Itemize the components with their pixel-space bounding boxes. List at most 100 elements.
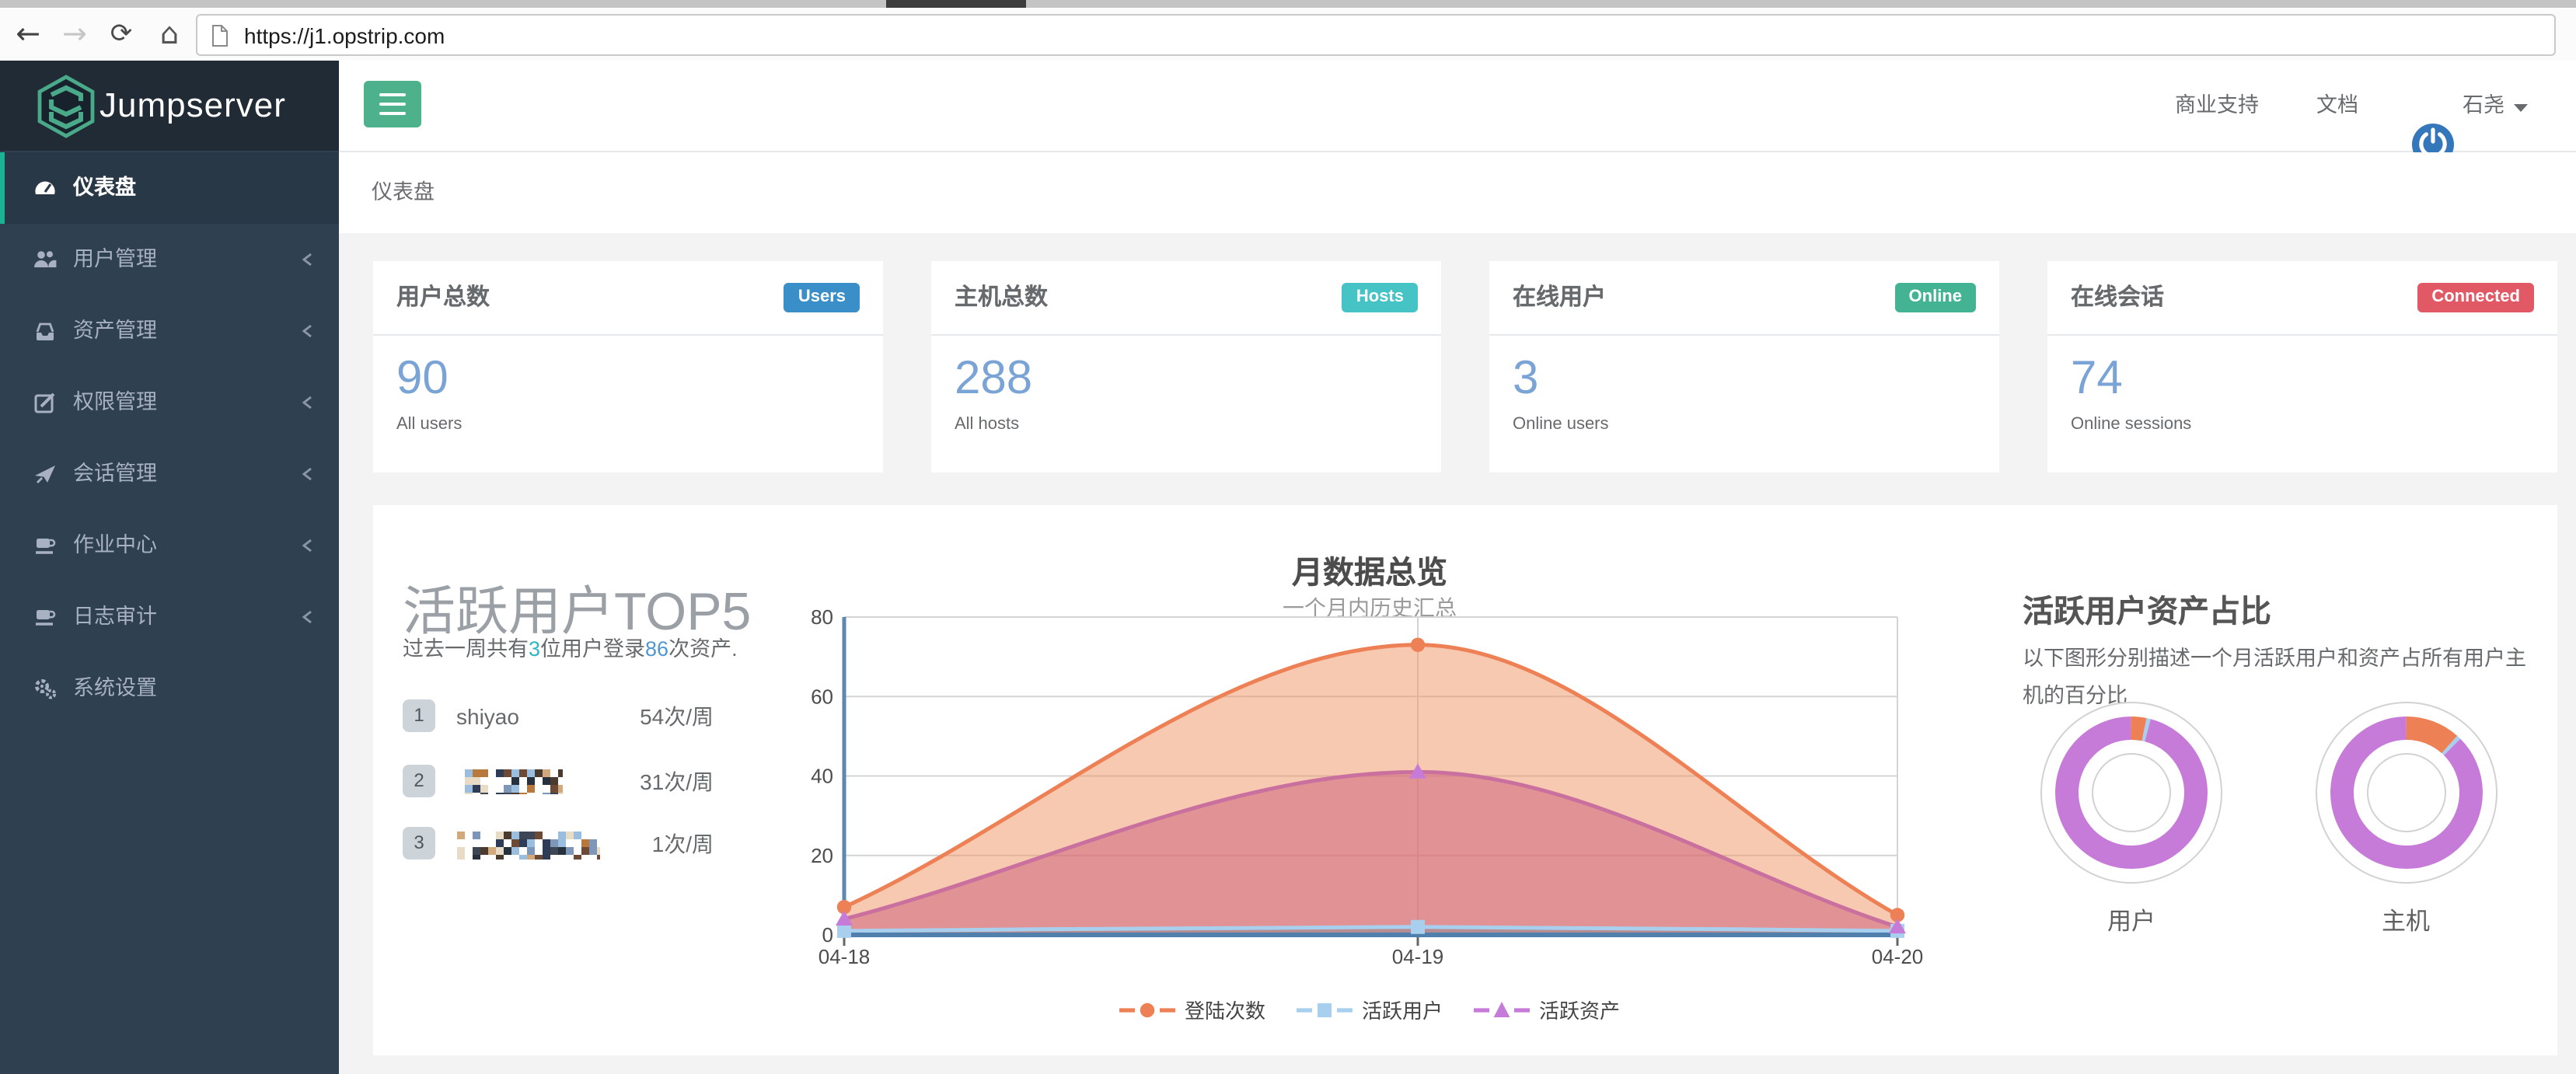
back-icon[interactable]: ← <box>6 8 50 61</box>
sidebar-nav: 仪表盘 用户管理 资产管理 权限管理 会话管理 <box>0 152 339 724</box>
chevron-left-icon <box>295 462 320 486</box>
status-badge: Users <box>784 283 860 312</box>
sidebar-item-jobs[interactable]: 作业中心 <box>0 510 339 581</box>
monthly-area-chart: 02040608004-1804-1904-20 <box>777 606 1959 995</box>
chevron-left-icon <box>295 247 320 272</box>
legend-item-active-users[interactable]: 活跃用户 <box>1297 995 1443 1024</box>
legend-square-marker-icon <box>1297 1000 1353 1019</box>
rank-badge: 3 <box>403 827 435 860</box>
dashboard-icon <box>33 176 58 201</box>
card-title: 在线用户 <box>1513 261 1606 334</box>
sidebar-item-assets[interactable]: 资产管理 <box>0 295 339 367</box>
sidebar-item-users[interactable]: 用户管理 <box>0 224 339 295</box>
chevron-left-icon <box>295 605 320 629</box>
hosts-donut-chart <box>2305 691 2507 893</box>
card-title: 用户总数 <box>396 261 490 334</box>
chart-title: 月数据总览 <box>964 547 1775 592</box>
users-icon <box>33 247 58 272</box>
brand-name: Jumpserver <box>99 61 286 151</box>
url-input[interactable] <box>241 21 2424 49</box>
sidebar-item-label: 权限管理 <box>73 367 157 438</box>
status-badge: Connected <box>2417 283 2534 312</box>
top5-description: 过去一周共有3位用户登录86次资产. <box>403 631 738 662</box>
rocket-icon <box>33 462 58 486</box>
reload-icon[interactable]: ⟳ <box>99 8 143 61</box>
svg-text:40: 40 <box>811 765 833 788</box>
hosts-donut-label: 主机 <box>2305 903 2507 937</box>
status-badge: Hosts <box>1342 283 1418 312</box>
svg-text:04-19: 04-19 <box>1392 945 1444 968</box>
desc-text: 过去一周共有 <box>403 637 529 661</box>
legend-item-active-assets[interactable]: 活跃资产 <box>1474 995 1620 1024</box>
legend-label: 登陆次数 <box>1185 995 1265 1024</box>
sidebar-item-dashboard[interactable]: 仪表盘 <box>0 152 339 224</box>
breadcrumb-item[interactable]: 仪表盘 <box>372 152 435 233</box>
sidebar-item-permissions[interactable]: 权限管理 <box>0 367 339 438</box>
breadcrumb: 仪表盘 <box>339 152 2576 235</box>
card-header: 在线会话 Connected <box>2047 261 2557 336</box>
gears-icon <box>33 676 58 701</box>
url-bar[interactable] <box>196 14 2556 56</box>
content-area: 用户总数 Users 90 All users 主机总数 Hosts 288 A… <box>339 233 2576 1074</box>
status-badge: Online <box>1895 283 1976 312</box>
forward-icon[interactable]: → <box>53 8 96 61</box>
browser-tab <box>886 0 1026 8</box>
username: shiyao <box>456 696 519 737</box>
sidebar-item-label: 仪表盘 <box>73 152 136 224</box>
sidebar-item-label: 日志审计 <box>73 581 157 653</box>
donut-section-title: 活跃用户资产占比 <box>2023 586 2271 631</box>
chevron-left-icon <box>295 319 320 343</box>
legend-label: 活跃资产 <box>1539 995 1620 1024</box>
dashboard-panel: 活跃用户TOP5 过去一周共有3位用户登录86次资产. 1 shiyao 54次… <box>373 505 2557 1055</box>
sidebar-toggle-button[interactable] <box>364 81 421 127</box>
coffee-cup-icon <box>33 605 58 629</box>
stat-card-users: 用户总数 Users 90 All users <box>373 261 883 472</box>
top-header: 商业支持 文档 石尧 <box>339 61 2576 152</box>
legend-triangle-marker-icon <box>1474 1000 1530 1019</box>
browser-tab-strip <box>0 0 2576 8</box>
logo[interactable]: Jumpserver <box>0 61 339 151</box>
sidebar-item-audit[interactable]: 日志审计 <box>0 581 339 653</box>
stat-card-hosts: 主机总数 Hosts 288 All hosts <box>931 261 1441 472</box>
page: ← → ⟳ ⌂ Jumpserver 仪表盘 <box>0 0 2576 1074</box>
desc-count-logins: 86 <box>645 637 668 661</box>
users-donut-chart <box>2030 691 2232 893</box>
coffee-cup-icon <box>33 533 58 558</box>
sidebar-item-settings[interactable]: 系统设置 <box>0 653 339 724</box>
card-header: 用户总数 Users <box>373 261 883 336</box>
sidebar-item-sessions[interactable]: 会话管理 <box>0 438 339 510</box>
rank-badge: 2 <box>403 764 435 797</box>
stat-value: 90 <box>396 353 449 406</box>
legend-circle-marker-icon <box>1119 1000 1175 1019</box>
sidebar-item-label: 资产管理 <box>73 295 157 367</box>
home-icon[interactable]: ⌂ <box>148 8 191 61</box>
sidebar-item-label: 用户管理 <box>73 224 157 295</box>
stat-caption: All hosts <box>955 415 1019 434</box>
legend-item-logins[interactable]: 登陆次数 <box>1119 995 1265 1024</box>
chevron-left-icon <box>295 533 320 558</box>
docs-link[interactable]: 文档 <box>2316 61 2358 151</box>
stat-caption: All users <box>396 415 462 434</box>
redacted-username <box>456 769 562 793</box>
edit-icon <box>33 390 58 415</box>
username: 石尧 <box>2463 93 2504 117</box>
svg-text:0: 0 <box>822 923 833 947</box>
support-link[interactable]: 商业支持 <box>2175 61 2259 151</box>
stat-value: 3 <box>1513 353 1538 406</box>
legend-label: 活跃用户 <box>1362 995 1443 1024</box>
svg-text:60: 60 <box>811 685 833 708</box>
card-header: 主机总数 Hosts <box>931 261 1441 336</box>
sidebar-item-label: 会话管理 <box>73 438 157 510</box>
user-menu[interactable]: 石尧 <box>2463 61 2528 151</box>
card-header: 在线用户 Online <box>1489 261 1999 336</box>
stat-value: 74 <box>2071 353 2123 406</box>
users-donut-label: 用户 <box>2030 903 2232 937</box>
browser-toolbar: ← → ⟳ ⌂ <box>0 8 2576 62</box>
desc-text: 次资产. <box>668 637 738 661</box>
jumpserver-logo-icon <box>36 75 96 138</box>
sidebar: Jumpserver 仪表盘 用户管理 资产管理 权限管理 <box>0 61 339 1074</box>
rank-badge: 1 <box>403 699 435 732</box>
stat-caption: Online sessions <box>2071 415 2191 434</box>
desc-text: 位用户登录 <box>540 637 645 661</box>
chart-legend: 登陆次数 活跃用户 活跃资产 <box>964 995 1775 1024</box>
